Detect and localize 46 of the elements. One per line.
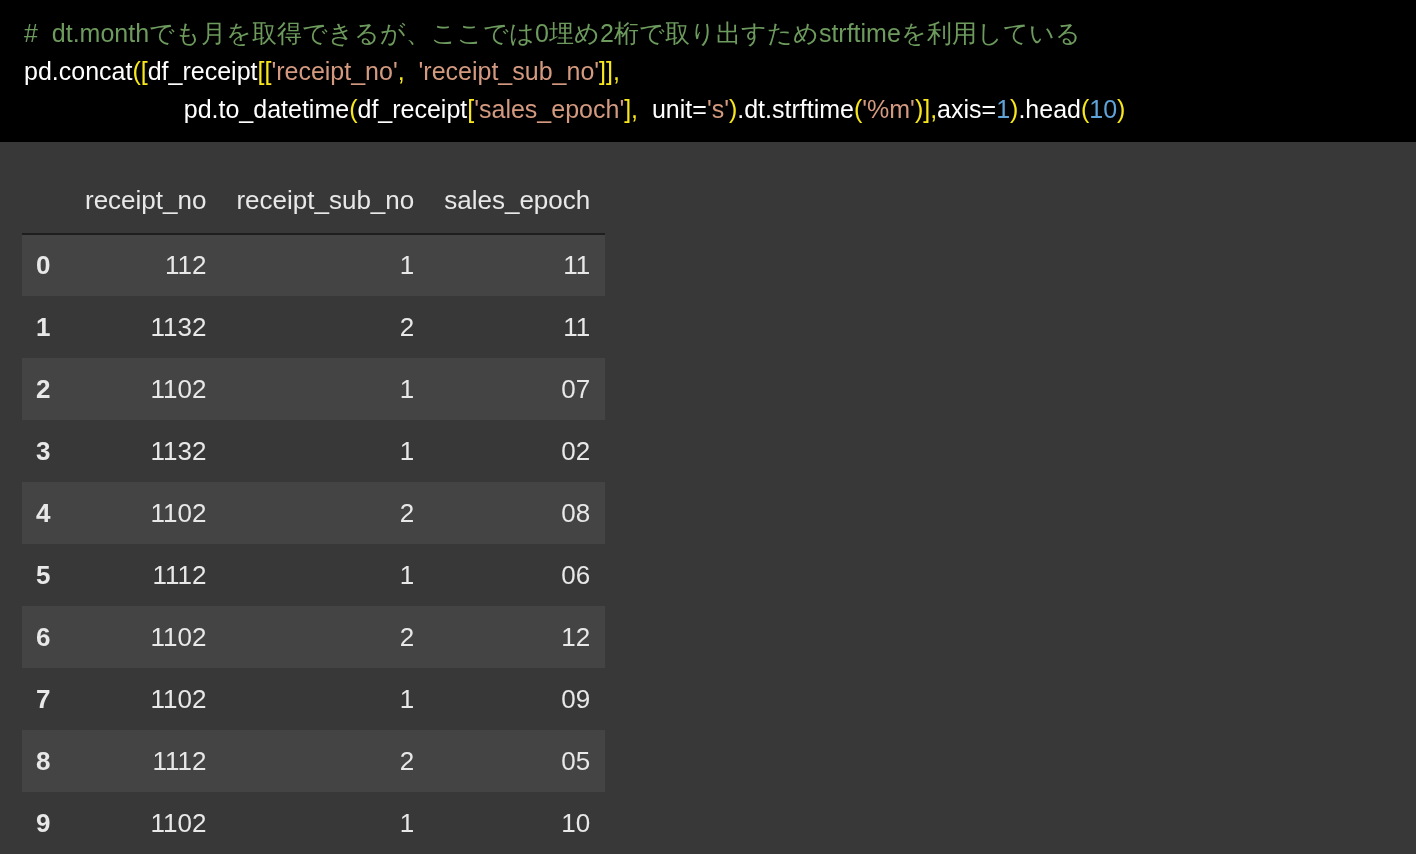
table-cell: 1 bbox=[399, 807, 415, 838]
column-header: receipt_no bbox=[85, 185, 207, 215]
row-index: 3 bbox=[36, 435, 51, 466]
code-comment: # dt.monthでも月を取得できるが、ここでは0埋め2桁で取り出すためstrftimeを利用している bbox=[24, 18, 1081, 49]
table-cell: 02 bbox=[561, 435, 591, 466]
table-cell: 12 bbox=[561, 621, 591, 652]
table-cell: 05 bbox=[561, 745, 591, 776]
row-index: 2 bbox=[36, 373, 51, 404]
table-cell: 11 bbox=[563, 311, 591, 342]
table-cell: 1102 bbox=[150, 807, 207, 838]
row-index: 4 bbox=[36, 497, 51, 528]
table-cell: 2 bbox=[399, 621, 415, 652]
table-cell: 09 bbox=[561, 683, 591, 714]
row-index: 9 bbox=[36, 807, 51, 838]
row-index: 1 bbox=[36, 311, 51, 342]
table-cell: 1 bbox=[399, 559, 415, 590]
table-cell: 2 bbox=[399, 497, 415, 528]
table-cell: 2 bbox=[399, 745, 415, 776]
row-index: 0 bbox=[36, 250, 51, 280]
table-cell: 08 bbox=[561, 497, 591, 528]
table-cell: 1 bbox=[399, 250, 415, 280]
table-cell: 1102 bbox=[150, 373, 207, 404]
table-cell: 1 bbox=[399, 435, 415, 466]
column-header: sales_epoch bbox=[444, 185, 591, 215]
table-cell: 1102 bbox=[150, 683, 207, 714]
table-cell: 1102 bbox=[150, 621, 207, 652]
table-cell: 1132 bbox=[150, 435, 207, 466]
code-line: pd.to_datetime(df_receipt['sales_epoch'], unit='s').dt.strftime('%m')],axis=1).head(10) bbox=[182, 94, 1126, 125]
code-line: pd.concat([df_receipt[['receipt_no', 'receipt_sub_no']], bbox=[24, 56, 620, 87]
table-cell: 1 bbox=[399, 683, 415, 714]
table-cell: 1 bbox=[399, 373, 415, 404]
table-cell: 11 bbox=[563, 250, 591, 280]
table-cell: 1112 bbox=[152, 745, 207, 776]
table-cell: 1112 bbox=[152, 559, 207, 590]
row-index: 8 bbox=[36, 745, 51, 776]
column-header: receipt_sub_no bbox=[236, 185, 415, 215]
row-index: 6 bbox=[36, 621, 51, 652]
row-index: 7 bbox=[36, 683, 51, 714]
table-cell: 06 bbox=[561, 559, 591, 590]
table-cell: 1132 bbox=[150, 311, 207, 342]
table-cell: 2 bbox=[399, 311, 415, 342]
table-cell: 112 bbox=[164, 250, 207, 280]
row-index: 5 bbox=[36, 559, 51, 590]
table-cell: 1102 bbox=[150, 497, 207, 528]
table-cell: 07 bbox=[561, 373, 591, 404]
table-cell: 10 bbox=[561, 807, 591, 838]
